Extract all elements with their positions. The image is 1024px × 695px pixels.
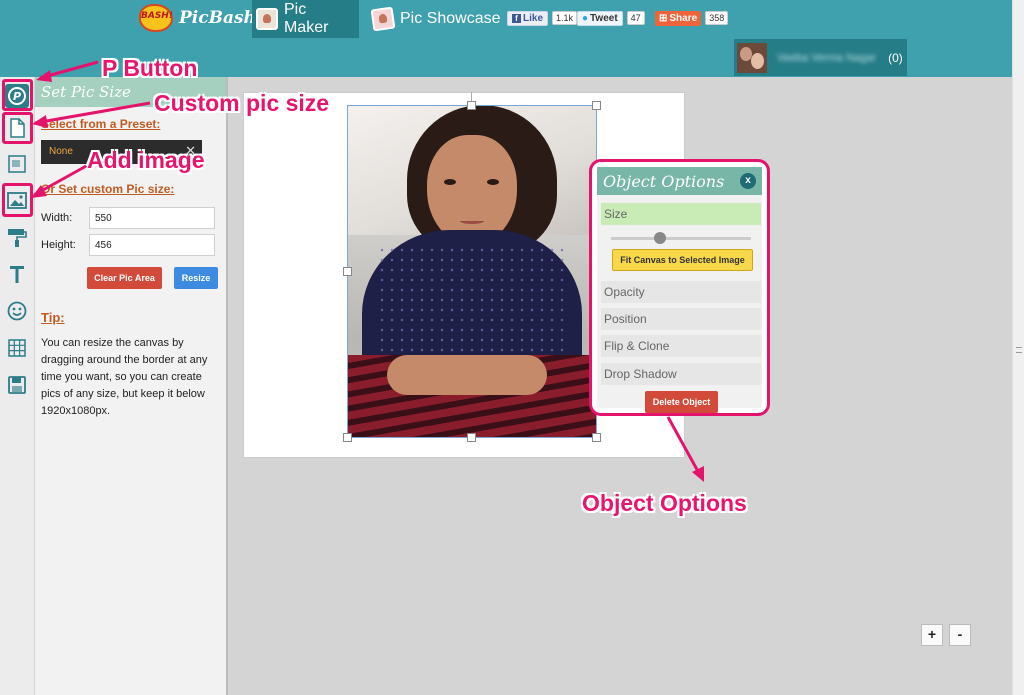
- tip-text: You can resize the canvas by dragging ar…: [41, 337, 208, 417]
- close-icon[interactable]: x: [740, 173, 756, 189]
- p-button-annotation: P Button: [102, 55, 198, 81]
- pic-showcase-icon: [370, 6, 396, 32]
- height-input[interactable]: [89, 234, 215, 256]
- vertical-scrollbar[interactable]: [1012, 0, 1024, 695]
- resize-handle-br[interactable]: [592, 433, 601, 442]
- share[interactable]: ⊞ Share 358: [655, 10, 729, 26]
- custom-size-annotation: Custom pic size: [154, 90, 330, 116]
- burst-text: BASH!: [141, 11, 173, 21]
- preset-heading: Select from a Preset:: [41, 117, 161, 131]
- avatar: [737, 42, 767, 73]
- tweet-label: Tweet: [590, 12, 618, 24]
- tweet[interactable]: ● Tweet 47: [577, 10, 645, 26]
- tab-pic-maker-label: Pic Maker: [283, 1, 329, 36]
- picbash-logo[interactable]: BASH! PicBash: [137, 1, 256, 35]
- p-button-highlight: [2, 79, 33, 111]
- object-options-annotation: Object Options: [582, 490, 747, 516]
- preset-value: None: [49, 146, 73, 157]
- size-slider[interactable]: [611, 232, 751, 244]
- position-item[interactable]: Position: [601, 308, 761, 330]
- resize-handle-bm[interactable]: [467, 433, 476, 442]
- object-options-title: Object Options: [603, 171, 725, 191]
- tab-pic-showcase[interactable]: Pic Showcase: [368, 0, 505, 38]
- pic-maker-icon: [256, 8, 278, 30]
- user-menu[interactable]: Veeba Verma Nagar (0): [734, 39, 907, 76]
- opacity-item[interactable]: Opacity: [601, 281, 761, 303]
- user-count: (0): [888, 50, 903, 65]
- user-name: Veeba Verma Nagar: [777, 51, 877, 64]
- bash-burst-icon: BASH!: [137, 2, 175, 34]
- fit-canvas-button[interactable]: Fit Canvas to Selected Image: [612, 249, 753, 271]
- twitter-icon: ●: [582, 12, 589, 24]
- text-icon[interactable]: [5, 262, 29, 286]
- zoom-in-button[interactable]: +: [921, 624, 943, 646]
- delete-object-button[interactable]: Delete Object: [645, 391, 718, 413]
- scroll-grip[interactable]: [1016, 347, 1022, 353]
- facebook-icon: f: [512, 13, 521, 23]
- resize-handle-tr[interactable]: [592, 101, 601, 110]
- paint-roller-icon[interactable]: [5, 225, 29, 249]
- image-highlight: [2, 183, 33, 217]
- flip-clone-item[interactable]: Flip & Clone: [601, 335, 761, 357]
- share-button[interactable]: ⊞ Share: [655, 10, 702, 26]
- tab-pic-maker[interactable]: Pic Maker: [252, 0, 359, 38]
- gallery-icon[interactable]: [5, 152, 29, 176]
- facebook-like-count: 1.1k: [552, 11, 578, 25]
- tweet-button[interactable]: ● Tweet: [577, 10, 623, 26]
- share-count: 358: [705, 11, 729, 25]
- custom-size-heading: Or Set custom Pic size:: [41, 182, 175, 196]
- width-label: Width:: [41, 212, 73, 224]
- share-label: Share: [669, 12, 698, 24]
- tab-pic-showcase-label: Pic Showcase: [400, 10, 501, 27]
- facebook-like-label: Like: [523, 12, 544, 24]
- save-icon[interactable]: [5, 373, 29, 397]
- rotate-handle[interactable]: [467, 101, 476, 110]
- drop-shadow-item[interactable]: Drop Shadow: [601, 363, 761, 385]
- clear-pic-area-button[interactable]: Clear Pic Area: [87, 267, 162, 289]
- page-highlight: [2, 112, 33, 144]
- tip-heading: Tip:: [41, 310, 65, 325]
- panel-title: Set Pic Size: [41, 83, 131, 101]
- zoom-out-button[interactable]: -: [949, 624, 971, 646]
- size-slider-knob[interactable]: [654, 232, 666, 244]
- resize-button[interactable]: Resize: [174, 267, 218, 289]
- width-input[interactable]: [89, 207, 215, 229]
- object-options-panel: Object Options x Size Fit Canvas to Sele…: [589, 159, 770, 416]
- size-section[interactable]: Size: [601, 203, 761, 225]
- resize-handle-bl[interactable]: [343, 433, 352, 442]
- resize-handle-ml[interactable]: [343, 267, 352, 276]
- logo-text: PicBash: [179, 8, 256, 28]
- share-plus-icon: ⊞: [659, 12, 668, 24]
- facebook-like[interactable]: f Like 1.1k: [507, 10, 578, 26]
- tweet-count: 47: [626, 11, 645, 25]
- selection-outline: [347, 105, 597, 438]
- height-label: Height:: [41, 239, 76, 251]
- add-image-annotation: Add image: [87, 147, 205, 173]
- smiley-icon[interactable]: [5, 299, 29, 323]
- tool-column: P: [0, 77, 35, 695]
- grid-icon[interactable]: [5, 336, 29, 360]
- facebook-like-button[interactable]: f Like: [507, 10, 549, 26]
- object-options-header: Object Options x: [597, 167, 762, 195]
